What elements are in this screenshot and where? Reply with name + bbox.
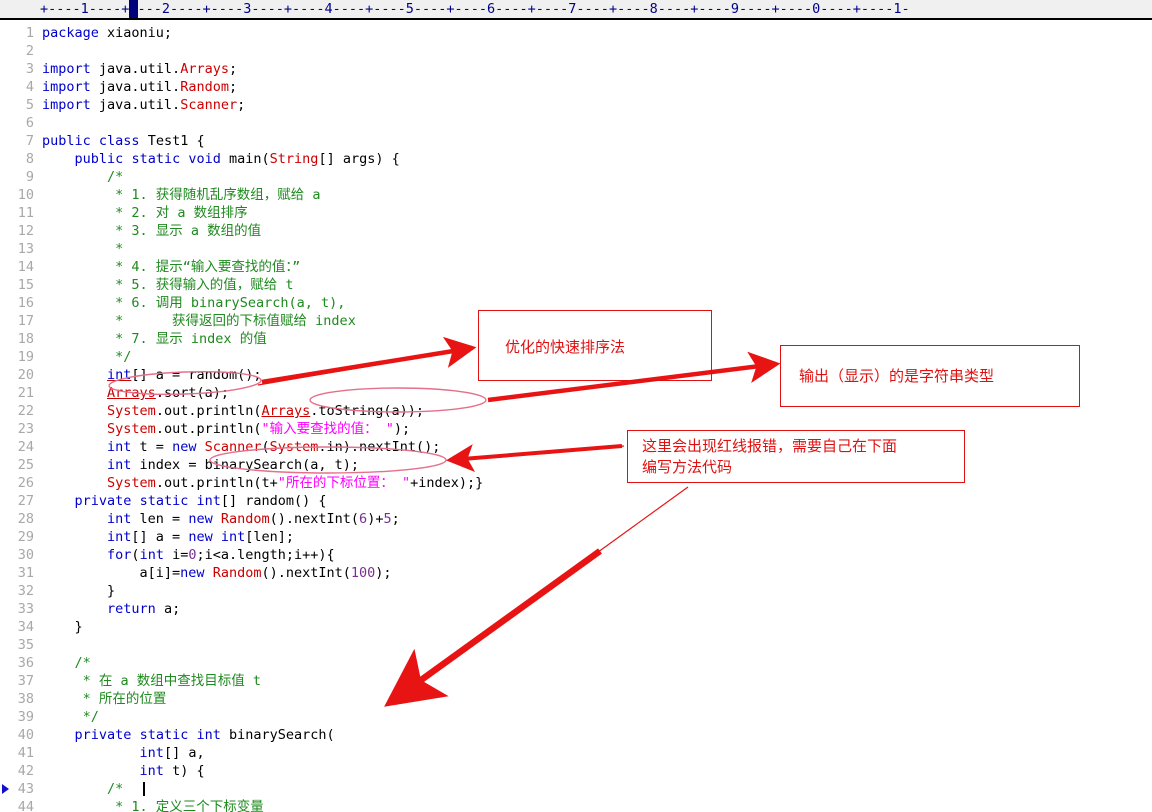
code-line[interactable]: /*	[42, 654, 91, 672]
line-number: 25	[17, 457, 34, 473]
code-line[interactable]: */	[42, 348, 131, 366]
line-number: 2	[25, 43, 34, 59]
code-line[interactable]: int[] a = random();	[42, 366, 261, 384]
line-number: 20	[17, 367, 34, 383]
code-line[interactable]: System.out.println(Arrays.toString(a));	[42, 402, 424, 420]
code-line[interactable]: return a;	[42, 600, 180, 618]
line-number: 9	[25, 169, 34, 185]
line-number: 7	[25, 133, 34, 149]
line-number: 28	[17, 511, 34, 527]
code-line[interactable]: import java.util.Scanner;	[42, 96, 245, 114]
code-line[interactable]: * 3. 显示 a 数组的值	[42, 222, 261, 240]
code-area[interactable]: 1 2 3 4 5 6 7 8 9 10 11 12 13 14 15 16 17 18 19 20 21 22 23 24 2…	[0, 20, 1152, 812]
code-line[interactable]: Arrays.sort(a);	[42, 384, 229, 402]
code-line[interactable]: * 所在的位置	[42, 690, 167, 708]
code-line[interactable]: public class Test1 {	[42, 132, 205, 150]
line-number: 33	[17, 601, 34, 617]
code-line[interactable]: System.out.println("输入要查找的值： ");	[42, 420, 410, 438]
line-number: 40	[17, 727, 34, 743]
line-number: 30	[17, 547, 34, 563]
code-line[interactable]: * 在 a 数组中查找目标值 t	[42, 672, 261, 690]
line-number: 29	[17, 529, 34, 545]
line-number: 15	[17, 277, 34, 293]
line-number: 44	[17, 799, 34, 812]
line-number: 22	[17, 403, 34, 419]
code-line[interactable]: }	[42, 618, 83, 636]
code-editor-screenshot: +----1----+----2----+----3----+----4----…	[0, 0, 1152, 812]
code-line[interactable]: import java.util.Random;	[42, 78, 237, 96]
line-number: 23	[17, 421, 34, 437]
line-number: 12	[17, 223, 34, 239]
code-line[interactable]: int t = new Scanner(System.in).nextInt()…	[42, 438, 440, 456]
line-number: 18	[17, 331, 34, 347]
code-line[interactable]: private static int[] random() {	[42, 492, 327, 510]
line-number: 21	[17, 385, 34, 401]
line-number: 36	[17, 655, 34, 671]
line-number: 37	[17, 673, 34, 689]
code-line[interactable]: a[i]=new Random().nextInt(100);	[42, 564, 392, 582]
line-number: 34	[17, 619, 34, 635]
line-number: 42	[17, 763, 34, 779]
text-caret	[143, 782, 145, 796]
code-line[interactable]: * 6. 调用 binarySearch(a, t),	[42, 294, 345, 312]
line-number: 6	[25, 115, 34, 131]
breakpoint-marker-icon[interactable]	[2, 784, 9, 794]
line-number: 14	[17, 259, 34, 275]
column-ruler: +----1----+----2----+----3----+----4----…	[0, 0, 1152, 20]
code-line[interactable]: * 获得返回的下标值赋给 index	[42, 312, 356, 330]
box-quicksort: 优化的快速排序法	[478, 310, 712, 381]
line-number: 41	[17, 745, 34, 761]
box-string-output-text: 输出（显示）的是字符串类型	[799, 367, 995, 385]
code-line[interactable]: }	[42, 582, 115, 600]
line-number: 31	[17, 565, 34, 581]
line-number: 5	[25, 97, 34, 113]
code-line[interactable]: * 2. 对 a 数组排序	[42, 204, 248, 222]
line-number: 27	[17, 493, 34, 509]
box-red-underline-error-text: 这里会出现红线报错，需要自己在下面 编写方法代码	[642, 437, 898, 476]
line-number: 8	[25, 151, 34, 167]
line-number: 38	[17, 691, 34, 707]
code-line[interactable]: int[] a,	[42, 744, 205, 762]
line-number: 26	[17, 475, 34, 491]
code-line[interactable]: int[] a = new int[len];	[42, 528, 294, 546]
code-line[interactable]: *	[42, 240, 123, 258]
box-quicksort-text: 优化的快速排序法	[505, 338, 626, 356]
code-line[interactable]: System.out.println(t+"所在的下标位置： "+index);…	[42, 474, 483, 492]
line-number: 13	[17, 241, 34, 257]
ruler-cursor-marker	[129, 0, 138, 18]
line-number: 10	[17, 187, 34, 203]
code-line[interactable]: * 7. 显示 index 的值	[42, 330, 267, 348]
code-line[interactable]: */	[42, 708, 99, 726]
ruler-scale-text: +----1----+----2----+----3----+----4----…	[40, 1, 910, 17]
line-number: 16	[17, 295, 34, 311]
code-line[interactable]: package xiaoniu;	[42, 24, 172, 42]
code-line[interactable]: int t) {	[42, 762, 205, 780]
line-number: 1	[25, 25, 34, 41]
line-number: 19	[17, 349, 34, 365]
code-line[interactable]: int len = new Random().nextInt(6)+5;	[42, 510, 400, 528]
code-line[interactable]: public static void main(String[] args) {	[42, 150, 400, 168]
line-number: 3	[25, 61, 34, 77]
line-number: 4	[25, 79, 34, 95]
code-line[interactable]: private static int binarySearch(	[42, 726, 335, 744]
code-line[interactable]: int index = binarySearch(a, t);	[42, 456, 359, 474]
line-number: 24	[17, 439, 34, 455]
code-line[interactable]: for(int i=0;i<a.length;i++){	[42, 546, 335, 564]
code-line[interactable]: /*	[42, 780, 123, 798]
line-number: 17	[17, 313, 34, 329]
code-line[interactable]: import java.util.Arrays;	[42, 60, 237, 78]
line-number: 35	[17, 637, 34, 653]
code-line[interactable]: /*	[42, 168, 123, 186]
code-line[interactable]: * 5. 获得输入的值，赋给 t	[42, 276, 293, 294]
box-string-output: 输出（显示）的是字符串类型	[780, 345, 1080, 407]
box-red-underline-error: 这里会出现红线报错，需要自己在下面 编写方法代码	[627, 430, 965, 483]
line-number: 32	[17, 583, 34, 599]
code-line[interactable]: * 1. 获得随机乱序数组，赋给 a	[42, 186, 320, 204]
line-number: 11	[17, 205, 34, 221]
code-line[interactable]: * 4. 提示“输入要查找的值：”	[42, 258, 300, 276]
code-line[interactable]: * 1. 定义三个下标变量	[42, 798, 264, 812]
line-number: 39	[17, 709, 34, 725]
